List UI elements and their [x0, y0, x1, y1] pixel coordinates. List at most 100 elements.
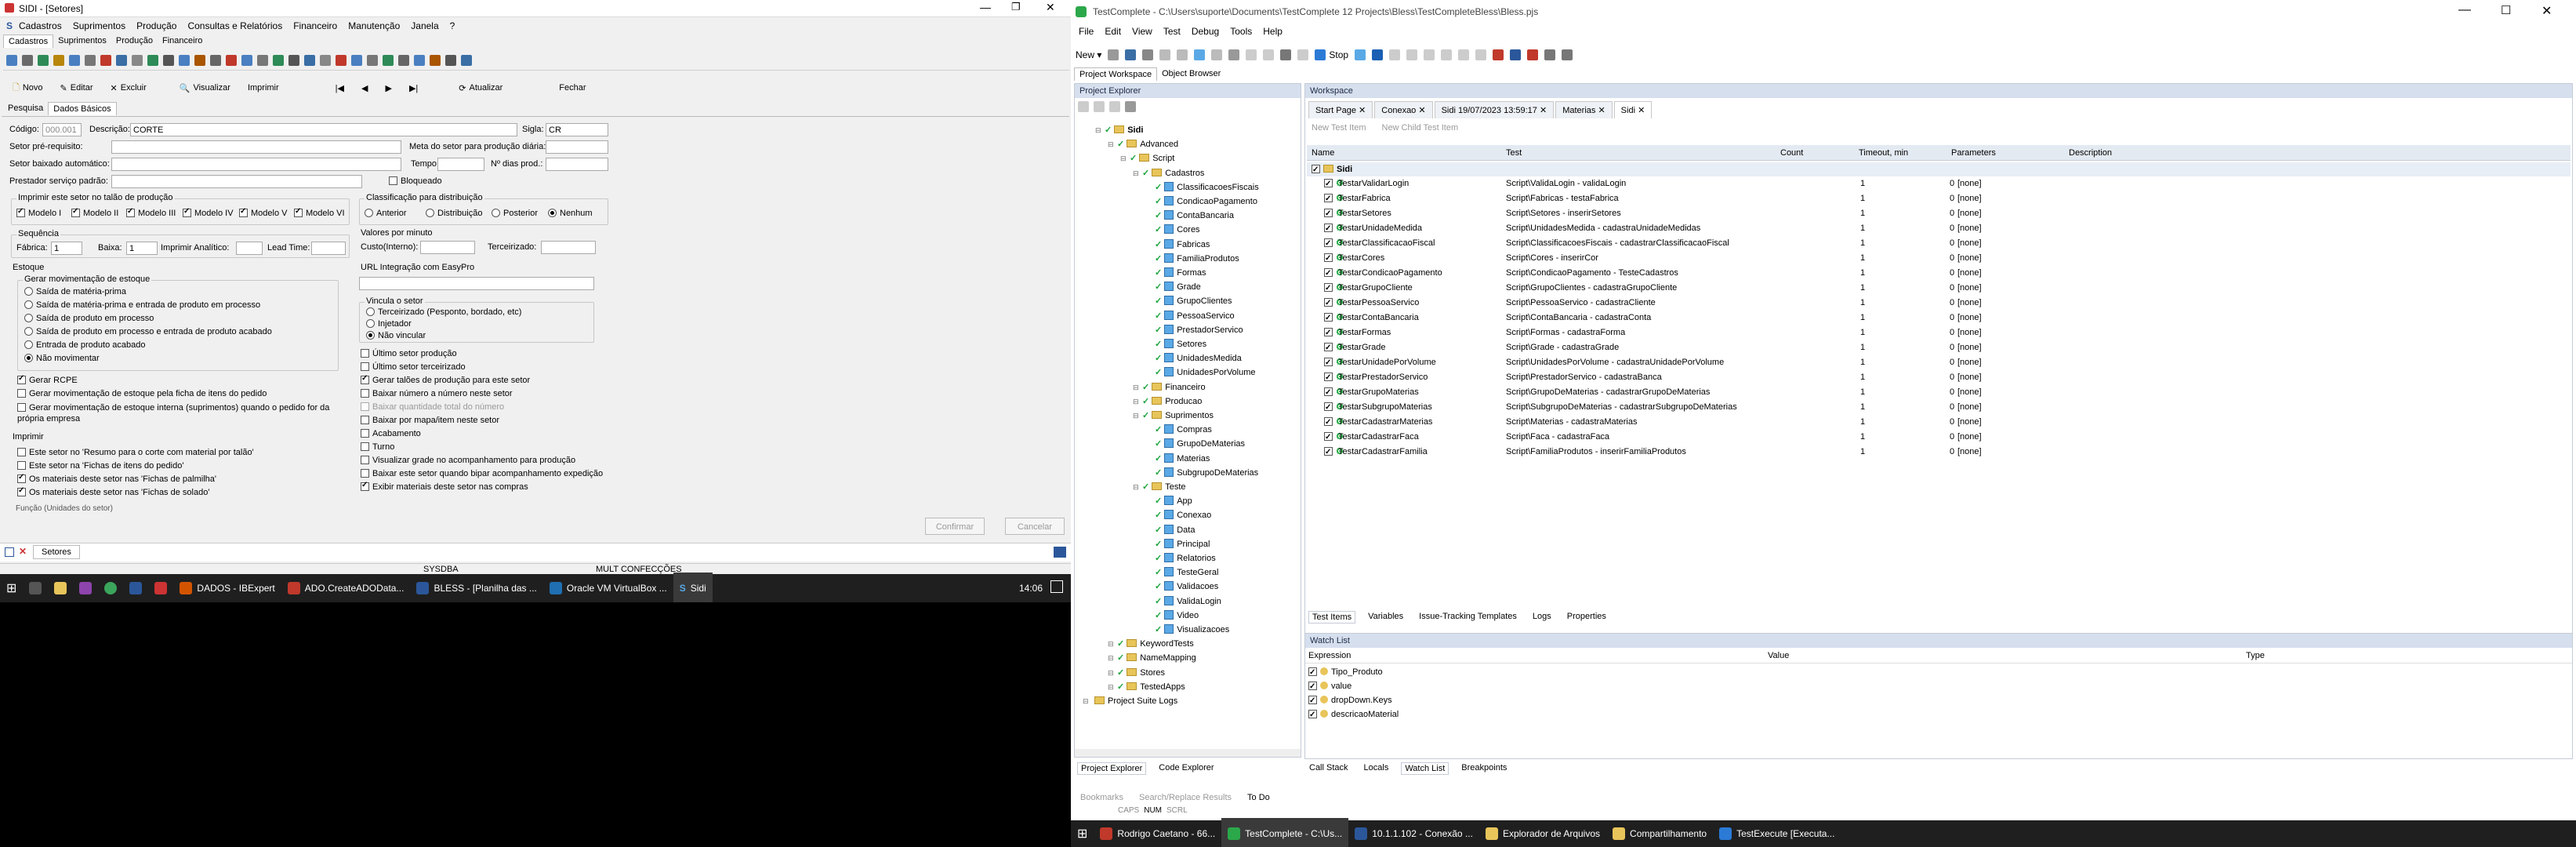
toolbar-icon-2[interactable]: [22, 54, 33, 66]
tab-locals[interactable]: Locals: [1361, 762, 1392, 775]
toolbar-icon-6[interactable]: [85, 54, 96, 66]
test-item-checkbox[interactable]: [1324, 326, 1333, 340]
url-field[interactable]: [359, 277, 594, 290]
terceirizado-field[interactable]: [541, 241, 596, 254]
test-item-checkbox[interactable]: [1324, 356, 1333, 370]
tree-node[interactable]: ✓ GrupoClientes: [1145, 294, 1232, 308]
save-icon[interactable]: [1125, 49, 1137, 60]
tool-icon[interactable]: [1424, 49, 1435, 60]
tab-logs[interactable]: Logs: [1529, 611, 1555, 623]
task-rodrigo[interactable]: Rodrigo Caetano - 66...: [1094, 818, 1221, 847]
new-test-item-button[interactable]: New Test Item: [1312, 123, 1366, 133]
expand-icon[interactable]: ⊟: [1108, 651, 1117, 665]
imprimir-analitico-field[interactable]: [236, 242, 263, 255]
test-item-row[interactable]: ⚙TestarGrupoClienteScript\GrupoClientes …: [1307, 281, 2571, 296]
tool-icon[interactable]: [1389, 49, 1401, 60]
enabled-check-icon[interactable]: ✓: [1155, 554, 1162, 563]
tree-node[interactable]: ⊟ ✓ Sidi: [1095, 123, 1143, 137]
col-test[interactable]: Test: [1506, 145, 1522, 161]
watch-col-type[interactable]: Type: [2246, 648, 2265, 663]
expand-icon[interactable]: ⊟: [1108, 680, 1117, 694]
radio-nao-vincular[interactable]: Não vincular: [366, 331, 426, 340]
test-item-row[interactable]: ⚙TestarSetoresScript\Setores - inserirSe…: [1307, 206, 2571, 221]
novo-button[interactable]: 🗋 Novo: [8, 79, 48, 96]
options-icon[interactable]: [1125, 101, 1136, 112]
test-item-checkbox[interactable]: [1324, 207, 1333, 221]
col-name[interactable]: Name: [1312, 145, 1334, 161]
modelo-6-check[interactable]: Modelo VI: [294, 207, 345, 218]
fechar-button[interactable]: Fechar: [554, 79, 590, 96]
fabrica-field[interactable]: [51, 242, 82, 255]
watch-row[interactable]: Tipo_Produto: [1308, 665, 1383, 680]
enabled-check-icon[interactable]: ✓: [1155, 597, 1162, 606]
baixar-qtd-total-check[interactable]: Baixar quantidade total do número: [361, 402, 504, 412]
expand-icon[interactable]: ⊟: [1133, 394, 1142, 409]
expand-icon[interactable]: ⊟: [1133, 166, 1142, 180]
enabled-check-icon[interactable]: ✓: [1155, 282, 1162, 292]
ws-tab-conexao[interactable]: Conexao ✕: [1374, 101, 1433, 118]
tool-icon[interactable]: [1510, 49, 1522, 60]
radio-saida-mp-entrada[interactable]: Saída de matéria-prima e entrada de prod…: [24, 300, 260, 310]
test-item-row[interactable]: ⚙TestarGradeScript\Grade - cadastraGrade…: [1307, 340, 2571, 355]
watch-row-checkbox[interactable]: [1308, 708, 1317, 722]
setores-window-tab[interactable]: Setores: [33, 545, 80, 559]
test-item-row[interactable]: ⚙TestarUnidadePorVolumeScript\UnidadesPo…: [1307, 355, 2571, 370]
watch-row-checkbox[interactable]: [1308, 680, 1317, 694]
tool-icon[interactable]: [1280, 49, 1292, 60]
enabled-check-icon[interactable]: ✓: [1142, 169, 1149, 178]
tree-node[interactable]: ✓ PessoaServico: [1145, 309, 1235, 323]
breakpoint-icon[interactable]: [1493, 49, 1504, 60]
module-tab-producao[interactable]: Produção: [111, 35, 158, 48]
enabled-check-icon[interactable]: ✓: [1155, 368, 1162, 377]
task-compartilhamento[interactable]: Compartilhamento: [1606, 818, 1713, 847]
radio-distribuicao[interactable]: Distribuição: [426, 209, 482, 218]
menu-cadastros[interactable]: Cadastros: [19, 20, 62, 31]
watch-row-checkbox[interactable]: [1308, 694, 1317, 708]
toolbar-icon-12[interactable]: [179, 54, 190, 66]
tree-node[interactable]: ✓ Cores: [1145, 223, 1200, 237]
test-item-row[interactable]: ⚙TestarCondicaoPagamentoScript\CondicaoP…: [1307, 266, 2571, 281]
baixar-mapa-check[interactable]: Baixar por mapa/item neste setor: [361, 416, 499, 425]
enabled-check-icon[interactable]: ✓: [1117, 639, 1124, 649]
enabled-check-icon[interactable]: ✓: [1142, 397, 1149, 406]
test-item-checkbox[interactable]: [1324, 341, 1333, 355]
test-item-row[interactable]: ⚙TestarCoresScript\Cores - inserirCor10[…: [1307, 251, 2571, 266]
cut-icon[interactable]: [1142, 49, 1154, 60]
enabled-check-icon[interactable]: ✓: [1155, 454, 1162, 463]
tree-node[interactable]: ⊟ Project Suite Logs: [1083, 694, 1177, 708]
enabled-check-icon[interactable]: ✓: [1155, 511, 1162, 520]
task-ado[interactable]: ADO.CreateADOData...: [281, 573, 411, 602]
test-item-row[interactable]: ⚙TestarFabricaScript\Fabricas - testaFab…: [1307, 191, 2571, 206]
start-button[interactable]: ⊞: [1071, 818, 1094, 847]
root-checkbox[interactable]: [1312, 163, 1323, 177]
enabled-check-icon[interactable]: ✓: [1155, 540, 1162, 549]
nav-first-button[interactable]: |◀: [331, 79, 349, 96]
test-item-row[interactable]: ⚙TestarPessoaServicoScript\PessoaServico…: [1307, 296, 2571, 311]
editar-button[interactable]: ✎ Editar: [56, 79, 98, 96]
radio-entrada-pa[interactable]: Entrada de produto acabado: [24, 340, 145, 350]
baixa-field[interactable]: [126, 242, 158, 255]
record-icon[interactable]: [1355, 49, 1366, 60]
atualizar-button[interactable]: ⟳ Atualizar: [454, 79, 507, 96]
enabled-check-icon[interactable]: ✓: [1155, 568, 1162, 577]
ws-tab-sidi-log[interactable]: Sidi 19/07/2023 13:59:17 ✕: [1434, 101, 1555, 118]
prestador-select[interactable]: [111, 175, 362, 188]
toolbar-icon-22[interactable]: [336, 54, 346, 66]
stop-button[interactable]: Stop: [1315, 49, 1348, 60]
enabled-check-icon[interactable]: ✓: [1142, 411, 1149, 420]
tree-node[interactable]: ✓ Fabricas: [1145, 238, 1210, 252]
minimize-icon[interactable]: —: [2458, 3, 2471, 17]
new-button[interactable]: New ▾: [1076, 49, 1101, 60]
enabled-check-icon[interactable]: ✓: [1155, 496, 1162, 506]
test-item-checkbox[interactable]: [1324, 192, 1333, 206]
task-pin-1[interactable]: [48, 573, 73, 602]
enabled-check-icon[interactable]: ✓: [1117, 140, 1124, 149]
new-child-item-button[interactable]: New Child Test Item: [1382, 123, 1459, 133]
tool-icon[interactable]: [1406, 49, 1418, 60]
toolbar-icon-1[interactable]: [6, 54, 17, 66]
watch-row[interactable]: value: [1308, 679, 1351, 694]
radio-saida-pp-entrada[interactable]: Saída de produto em processo e entrada d…: [24, 327, 272, 336]
toolbar-icon-19[interactable]: [288, 54, 299, 66]
acabamento-check[interactable]: Acabamento: [361, 429, 421, 438]
tree-node[interactable]: ✓ Formas: [1145, 266, 1206, 280]
